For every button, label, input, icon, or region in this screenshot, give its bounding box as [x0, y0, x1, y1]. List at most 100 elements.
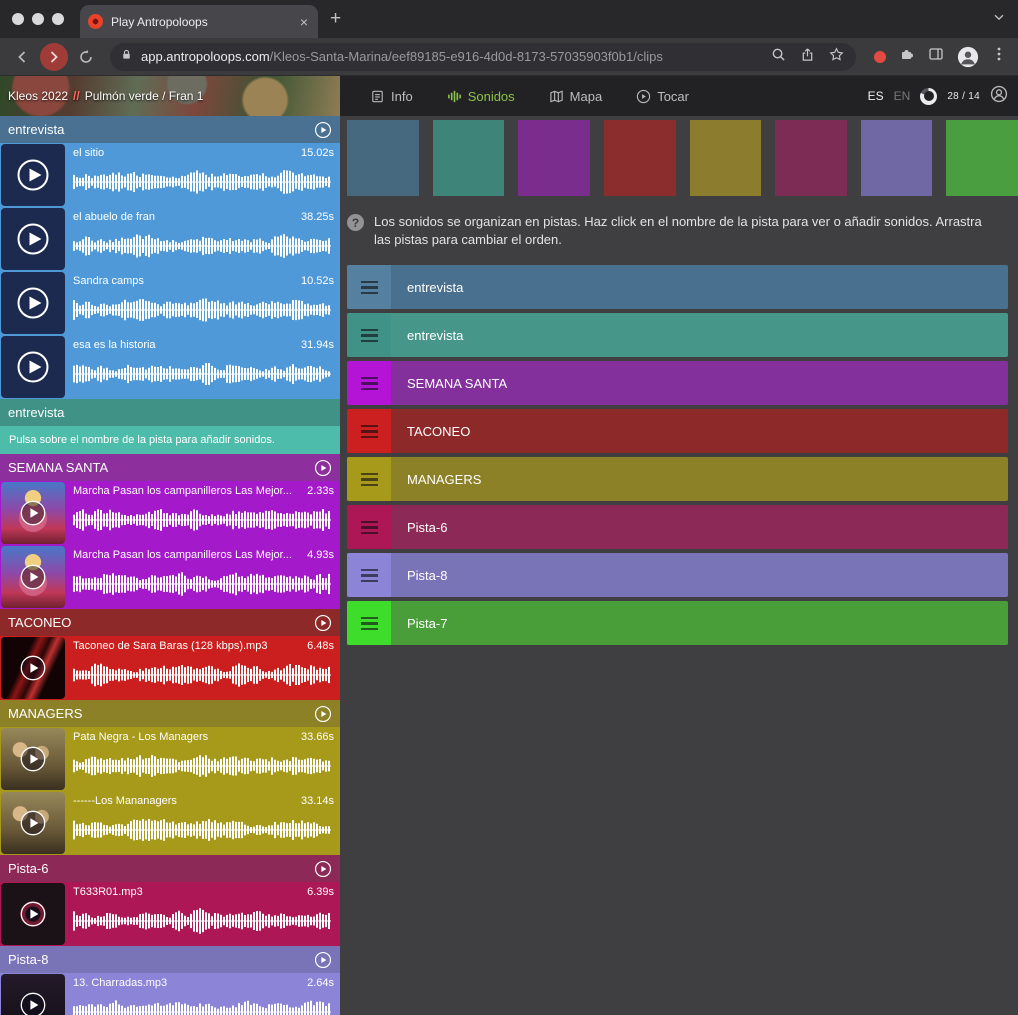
clip-item[interactable]: el sitio15.02s [0, 143, 340, 207]
tab-strip: Play Antropoloops × + [0, 0, 1018, 38]
nav-tab-mapa[interactable]: Mapa [537, 76, 615, 116]
track-header[interactable]: SEMANA SANTA [0, 454, 340, 481]
drag-handle-icon[interactable] [347, 553, 391, 597]
clip-item[interactable]: Taconeo de Sara Baras (128 kbps).mp36.48… [0, 636, 340, 700]
clip-title-row: ------Los Mananagers33.14s [73, 795, 334, 807]
clip-item[interactable]: Marcha Pasan los campanilleros Las Mejor… [0, 481, 340, 545]
track-color-swatch[interactable] [347, 120, 419, 196]
track-row[interactable]: entrevista [347, 313, 1008, 357]
track-header[interactable]: TACONEO [0, 609, 340, 636]
clip-thumbnail[interactable] [1, 637, 65, 699]
window-zoom-button[interactable] [52, 13, 64, 25]
track-row[interactable]: entrevista [347, 265, 1008, 309]
clip-item[interactable]: Marcha Pasan los campanilleros Las Mejor… [0, 545, 340, 609]
browser-toolbar: app.antropoloops.com/Kleos-Santa-Marina/… [0, 38, 1018, 76]
clip-item[interactable]: T633R01.mp36.39s [0, 882, 340, 946]
forward-button[interactable] [40, 43, 68, 71]
extensions-puzzle-icon[interactable] [899, 46, 915, 67]
lang-es-button[interactable]: ES [868, 89, 884, 103]
sidebar-panel-icon[interactable] [928, 46, 944, 67]
clip-item[interactable]: ------Los Mananagers33.14s [0, 791, 340, 855]
clip-thumbnail[interactable] [1, 728, 65, 790]
track-color-swatch[interactable] [775, 120, 847, 196]
clip-thumbnail[interactable] [1, 974, 65, 1015]
track-header[interactable]: Pista-6 [0, 855, 340, 882]
drag-handle-icon[interactable] [347, 505, 391, 549]
menu-kebab-icon[interactable] [992, 46, 1006, 67]
track-color-swatch[interactable] [690, 120, 762, 196]
url-text: app.antropoloops.com/Kleos-Santa-Marina/… [141, 49, 763, 64]
track-play-button[interactable] [314, 705, 332, 723]
clip-name: Taconeo de Sara Baras (128 kbps).mp3 [73, 640, 301, 652]
track-color-swatch[interactable] [433, 120, 505, 196]
clip-thumbnail[interactable] [1, 482, 65, 544]
record-dot-icon[interactable] [874, 51, 886, 63]
track-row[interactable]: Pista-6 [347, 505, 1008, 549]
track-row[interactable]: Pista-7 [347, 601, 1008, 645]
breadcrumb[interactable]: Kleos 2022 // Pulmón verde / Fran 1 [0, 76, 340, 116]
window-close-button[interactable] [12, 13, 24, 25]
clip-thumbnail[interactable] [1, 792, 65, 854]
track-row[interactable]: TACONEO [347, 409, 1008, 453]
track-header[interactable]: Pista-8 [0, 946, 340, 973]
clip-thumbnail[interactable] [1, 336, 65, 398]
sidebar-track-list: entrevista el sitio15.02sel abuelo de fra… [0, 116, 340, 1015]
lang-en-button[interactable]: EN [894, 89, 911, 103]
drag-handle-icon[interactable] [347, 601, 391, 645]
track-color-swatch[interactable] [861, 120, 933, 196]
clip-thumbnail[interactable] [1, 272, 65, 334]
back-button[interactable] [8, 43, 36, 71]
clip-item[interactable]: 13. Charradas.mp32.64s [0, 973, 340, 1015]
clip-name: Marcha Pasan los campanilleros Las Mejor… [73, 485, 301, 497]
clip-thumbnail[interactable] [1, 208, 65, 270]
clip-duration: 33.14s [301, 795, 334, 807]
track-play-button[interactable] [314, 459, 332, 477]
nav-tab-tocar[interactable]: Tocar [624, 76, 701, 116]
share-icon[interactable] [800, 47, 815, 67]
profile-avatar[interactable] [957, 46, 979, 68]
clip-duration: 33.66s [301, 731, 334, 743]
new-tab-button[interactable]: + [318, 0, 353, 38]
clip-item[interactable]: esa es la historia31.94s [0, 335, 340, 399]
track-play-button[interactable] [314, 614, 332, 632]
clip-thumbnail[interactable] [1, 144, 65, 206]
reload-button[interactable] [72, 43, 100, 71]
track-row[interactable]: SEMANA SANTA [347, 361, 1008, 405]
nav-tab-info[interactable]: Info [358, 76, 425, 116]
track-color-swatch[interactable] [518, 120, 590, 196]
drag-handle-icon[interactable] [347, 265, 391, 309]
account-icon[interactable] [990, 85, 1008, 108]
nav-tab-sonidos[interactable]: Sonidos [435, 76, 527, 116]
clip-item[interactable]: Sandra camps10.52s [0, 271, 340, 335]
bookmark-star-icon[interactable] [829, 47, 844, 67]
clip-item[interactable]: el abuelo de fran38.25s [0, 207, 340, 271]
drag-handle-icon[interactable] [347, 457, 391, 501]
track-header[interactable]: entrevista [0, 399, 340, 426]
track-play-button[interactable] [314, 121, 332, 139]
clip-thumbnail[interactable] [1, 546, 65, 608]
track-color-swatch[interactable] [604, 120, 676, 196]
track-row[interactable]: Pista-8 [347, 553, 1008, 597]
waveform-graphic [73, 231, 331, 261]
track-header[interactable]: MANAGERS [0, 700, 340, 727]
zoom-icon[interactable] [771, 47, 786, 67]
track-header[interactable]: entrevista [0, 116, 340, 143]
window-minimize-button[interactable] [32, 13, 44, 25]
track-play-button[interactable] [314, 860, 332, 878]
track-row[interactable]: MANAGERS [347, 457, 1008, 501]
clip-thumbnail[interactable] [1, 883, 65, 945]
browser-tab[interactable]: Play Antropoloops × [80, 5, 318, 38]
load-counter: 28 / 14 [947, 91, 980, 102]
track-play-button[interactable] [314, 951, 332, 969]
track-name: entrevista [8, 122, 308, 137]
clip-item[interactable]: Pata Negra - Los Managers33.66s [0, 727, 340, 791]
drag-handle-icon[interactable] [347, 313, 391, 357]
drag-handle-icon[interactable] [347, 361, 391, 405]
tab-close-icon[interactable]: × [298, 13, 310, 31]
drag-handle-icon[interactable] [347, 409, 391, 453]
url-bar[interactable]: app.antropoloops.com/Kleos-Santa-Marina/… [110, 43, 856, 71]
tab-search-chevron-icon[interactable] [992, 10, 1006, 29]
track-name: MANAGERS [8, 706, 308, 721]
app-header: Kleos 2022 // Pulmón verde / Fran 1 Info… [0, 76, 1018, 116]
track-color-swatch[interactable] [946, 120, 1018, 196]
